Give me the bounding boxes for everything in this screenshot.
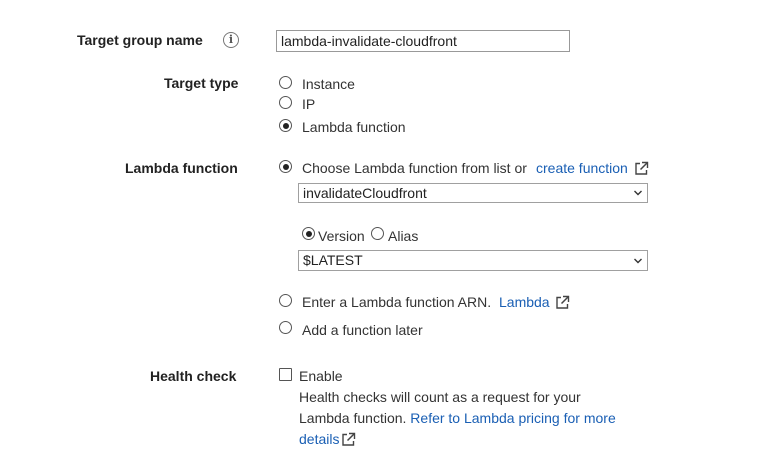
function-select-value: invalidateCloudfront xyxy=(303,185,427,201)
health-check-help-line2: Lambda function. Refer to Lambda pricing… xyxy=(299,410,616,426)
target-group-name-label: Target group name xyxy=(77,32,203,48)
target-type-ip-label[interactable]: IP xyxy=(302,96,315,112)
external-link-icon[interactable] xyxy=(341,432,356,447)
health-check-enable-checkbox[interactable] xyxy=(279,368,292,381)
alias-label[interactable]: Alias xyxy=(388,228,418,244)
target-type-ip-radio[interactable] xyxy=(279,96,292,109)
target-type-lambda-label[interactable]: Lambda function xyxy=(302,119,406,135)
health-check-enable-label[interactable]: Enable xyxy=(299,368,343,384)
lambda-console-link[interactable]: Lambda xyxy=(499,294,550,310)
target-group-name-input[interactable] xyxy=(276,30,570,52)
chevron-down-icon xyxy=(634,190,642,196)
lambda-pricing-link[interactable]: Refer to Lambda pricing for more xyxy=(410,410,615,426)
target-type-label: Target type xyxy=(164,75,239,91)
health-check-help-prefix: Lambda function. xyxy=(299,410,407,426)
version-select[interactable]: $LATEST xyxy=(298,250,648,271)
info-icon[interactable]: i xyxy=(223,32,239,48)
target-type-instance-radio[interactable] xyxy=(279,76,292,89)
function-select[interactable]: invalidateCloudfront xyxy=(298,183,648,203)
add-later-label[interactable]: Add a function later xyxy=(302,322,423,338)
choose-from-list-radio[interactable] xyxy=(279,160,292,173)
alias-radio[interactable] xyxy=(371,227,384,240)
chevron-down-icon xyxy=(634,258,642,264)
lambda-pricing-link-details[interactable]: details xyxy=(299,431,339,447)
enter-arn-radio[interactable] xyxy=(279,294,292,307)
health-check-label: Health check xyxy=(150,368,237,384)
enter-arn-label[interactable]: Enter a Lambda function ARN. xyxy=(302,294,491,310)
health-check-help-line1: Health checks will count as a request fo… xyxy=(299,389,581,405)
create-function-link[interactable]: create function xyxy=(536,160,628,176)
target-type-instance-label[interactable]: Instance xyxy=(302,76,355,92)
lambda-function-label: Lambda function xyxy=(125,160,238,176)
external-link-icon[interactable] xyxy=(634,161,649,176)
external-link-icon[interactable] xyxy=(555,295,570,310)
version-select-value: $LATEST xyxy=(303,252,363,268)
version-radio[interactable] xyxy=(302,227,315,240)
add-later-radio[interactable] xyxy=(279,321,292,334)
health-check-help-line3: details xyxy=(299,431,339,447)
version-label[interactable]: Version xyxy=(318,228,365,244)
choose-from-list-label[interactable]: Choose Lambda function from list or xyxy=(302,160,527,176)
target-type-lambda-radio[interactable] xyxy=(279,119,292,132)
